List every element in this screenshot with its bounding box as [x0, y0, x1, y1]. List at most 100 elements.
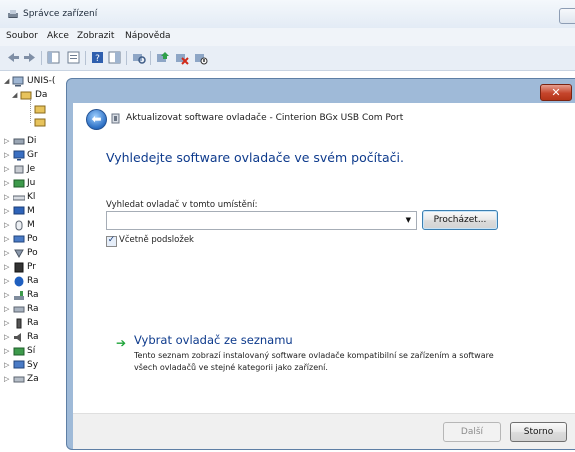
display-icon: [13, 150, 25, 161]
tree-item-category[interactable]: ▷ Ra: [0, 317, 68, 331]
expand-icon[interactable]: ▷: [4, 362, 10, 369]
menu-action[interactable]: Akce: [47, 31, 69, 41]
uninstall-icon[interactable]: [174, 50, 189, 65]
tree-item-category[interactable]: ▷ Ra: [0, 331, 68, 345]
expand-icon[interactable]: ▷: [4, 320, 10, 327]
computer-icon: [12, 76, 24, 87]
dialog-title: Aktualizovat software ovladače - Cinteri…: [126, 113, 404, 123]
tree-item-category[interactable]: ▷ Kl: [0, 191, 68, 205]
system-icon: [13, 360, 25, 371]
toolbar: ?: [0, 46, 575, 71]
tree-item-category[interactable]: ▷ M: [0, 219, 68, 233]
include-subfolders-checkbox[interactable]: ✓: [106, 235, 117, 247]
tree-item-category[interactable]: ▷ Je: [0, 163, 68, 177]
tree-item-category[interactable]: ▷ Za: [0, 373, 68, 387]
expand-icon[interactable]: ▷: [4, 138, 10, 145]
back-arrow-icon[interactable]: [6, 50, 21, 65]
expand-icon[interactable]: ▷: [4, 376, 10, 383]
action-pane-icon[interactable]: [107, 50, 122, 65]
expand-icon[interactable]: ▷: [4, 348, 10, 355]
disable-device-icon[interactable]: [193, 50, 208, 65]
svg-text:?: ?: [95, 54, 100, 64]
storage-icon: [13, 290, 25, 301]
dialog-heading: Vyhledejte software ovladače ve svém poč…: [106, 150, 404, 165]
tree-item-category[interactable]: ◢ Da: [0, 89, 68, 103]
search-location-combobox[interactable]: ▼: [106, 211, 417, 230]
tree-item-category[interactable]: ▷ Ra: [0, 303, 68, 317]
tree-item-category[interactable]: ▷ M: [0, 205, 68, 219]
next-button[interactable]: Další: [443, 422, 501, 442]
device-icon: [13, 374, 25, 385]
tree-item-category[interactable]: ▷ Po: [0, 233, 68, 247]
tree-item-label: Pr: [27, 262, 36, 272]
warning-device-icon: [34, 104, 46, 115]
expand-icon[interactable]: ▷: [4, 306, 10, 313]
scan-hardware-icon[interactable]: [131, 50, 146, 65]
expand-icon[interactable]: ▷: [4, 152, 10, 159]
checkmark-icon: ✓: [107, 235, 116, 245]
expand-icon[interactable]: ▷: [4, 334, 10, 341]
tree-item-label: Ra: [27, 332, 39, 342]
tree-item-category[interactable]: ▷ Po: [0, 247, 68, 261]
processor-icon: [13, 262, 25, 273]
pick-driver-link[interactable]: Vybrat ovladač ze seznamu: [134, 333, 293, 347]
toolbar-separator: [150, 51, 151, 65]
tree-item-category[interactable]: ▷ Pr: [0, 261, 68, 275]
tree-item-device[interactable]: [0, 116, 68, 130]
dropdown-arrow-icon[interactable]: ▼: [406, 216, 411, 224]
tree-item-label: Ra: [27, 290, 39, 300]
search-location-label: Vyhledat ovladač v tomto umístění:: [106, 200, 258, 210]
expand-icon[interactable]: ▷: [4, 278, 10, 285]
close-button[interactable]: ✕: [540, 84, 572, 101]
tree-item-category[interactable]: ▷ Ra: [0, 275, 68, 289]
tree-item-label: Je: [27, 164, 36, 174]
expand-icon[interactable]: ▷: [4, 208, 10, 215]
tree-item-label: M: [27, 220, 35, 230]
tree-item-label: M: [27, 206, 35, 216]
back-button[interactable]: ⬅: [86, 109, 107, 130]
expand-icon[interactable]: ▷: [4, 250, 10, 257]
expand-icon[interactable]: ▷: [4, 194, 10, 201]
usb-icon: [13, 248, 25, 259]
tree-item-category[interactable]: ▷ Ju: [0, 177, 68, 191]
cancel-button[interactable]: Storno: [510, 422, 567, 442]
tree-item-computer[interactable]: ◢ UNIS-(: [0, 75, 68, 89]
menu-view[interactable]: Zobrazit: [77, 31, 114, 41]
show-hide-tree-icon[interactable]: [46, 50, 61, 65]
minimize-button[interactable]: [559, 8, 575, 24]
include-subfolders-label[interactable]: Včetně podsložek: [119, 235, 194, 245]
expand-icon[interactable]: ▷: [4, 180, 10, 187]
expand-icon[interactable]: ▷: [4, 236, 10, 243]
monitor-icon: [13, 206, 25, 217]
tree-item-category[interactable]: ▷ Gr: [0, 149, 68, 163]
tree-item-category[interactable]: ▷ Di: [0, 135, 68, 149]
menu-file[interactable]: Soubor: [6, 31, 38, 41]
expand-icon[interactable]: ▷: [4, 166, 10, 173]
tree-item-category[interactable]: ▷ Sy: [0, 359, 68, 373]
mouse-icon: [13, 220, 25, 231]
tree-item-label: Ju: [27, 178, 36, 188]
tree-item-category[interactable]: ▷ Ra: [0, 289, 68, 303]
tree-item-label: Sí: [27, 346, 36, 356]
tree-item-device[interactable]: [0, 99, 68, 123]
browse-button[interactable]: Procházet...: [422, 210, 498, 230]
properties-icon[interactable]: [66, 50, 81, 65]
expand-icon[interactable]: ▷: [4, 264, 10, 271]
menu-help[interactable]: Nápověda: [125, 31, 171, 41]
menu-bar: Soubor Akce Zobrazit Nápověda: [0, 28, 575, 46]
bluetooth-icon: [13, 276, 25, 287]
toolbar-separator: [85, 51, 86, 65]
update-driver-icon[interactable]: [155, 50, 170, 65]
expand-icon[interactable]: ▷: [4, 222, 10, 229]
tree-item-label: Ra: [27, 304, 39, 314]
forward-arrow-icon[interactable]: [22, 50, 37, 65]
controller-icon: [13, 304, 25, 315]
green-arrow-icon[interactable]: ➔: [116, 337, 130, 349]
tree-item-label: Gr: [27, 150, 38, 160]
collapse-icon[interactable]: ◢: [12, 92, 18, 99]
expand-icon[interactable]: ▷: [4, 292, 10, 299]
tree-item-category[interactable]: ▷ Sí: [0, 345, 68, 359]
help-icon[interactable]: ?: [90, 50, 105, 65]
collapse-icon[interactable]: ◢: [4, 78, 10, 85]
tree-item-label: Za: [27, 374, 39, 384]
